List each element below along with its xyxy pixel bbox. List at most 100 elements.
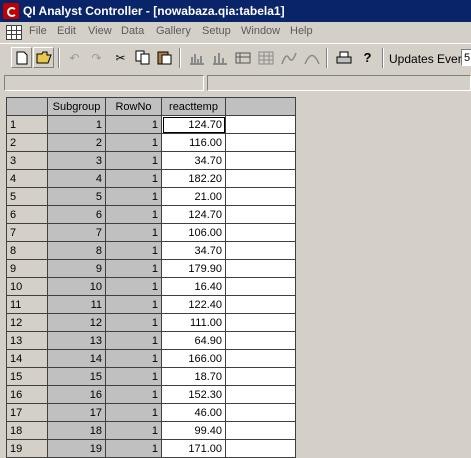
column-header-reacttemp[interactable]: reacttemp xyxy=(161,97,226,116)
row-header[interactable]: 13 xyxy=(6,331,48,350)
row-header[interactable]: 7 xyxy=(6,223,48,242)
menu-window[interactable]: Window xyxy=(241,25,280,37)
subgroup-cell[interactable]: 19 xyxy=(47,439,106,458)
subgroup-cell[interactable]: 16 xyxy=(47,385,106,404)
empty-cell[interactable] xyxy=(225,403,296,422)
grid-corner[interactable] xyxy=(6,97,48,116)
reacttemp-cell[interactable]: 34.70 xyxy=(161,241,226,260)
reacttemp-cell[interactable]: 111.00 xyxy=(161,313,226,332)
chart-button-3[interactable] xyxy=(232,47,253,68)
app-icon[interactable] xyxy=(3,3,19,19)
reacttemp-cell[interactable]: 106.00 xyxy=(161,223,226,242)
subgroup-cell[interactable]: 3 xyxy=(47,151,106,170)
rowno-cell[interactable]: 1 xyxy=(105,133,162,152)
column-header-empty[interactable] xyxy=(225,97,296,116)
undo-button[interactable]: ↶ xyxy=(64,47,85,68)
empty-cell[interactable] xyxy=(225,439,296,458)
reacttemp-cell[interactable]: 46.00 xyxy=(161,403,226,422)
rowno-cell[interactable]: 1 xyxy=(105,205,162,224)
reacttemp-cell[interactable]: 21.00 xyxy=(161,187,226,206)
menu-edit[interactable]: Edit xyxy=(57,25,76,37)
row-header[interactable]: 16 xyxy=(6,385,48,404)
row-header[interactable]: 10 xyxy=(6,277,48,296)
subgroup-cell[interactable]: 18 xyxy=(47,421,106,440)
reacttemp-cell[interactable]: 16.40 xyxy=(161,277,226,296)
subgroup-cell[interactable]: 1 xyxy=(47,115,106,134)
column-header-subgroup[interactable]: Subgroup xyxy=(47,97,106,116)
chart-button-4[interactable] xyxy=(255,47,276,68)
empty-cell[interactable] xyxy=(225,223,296,242)
cut-button[interactable]: ✂ xyxy=(110,47,131,68)
reacttemp-cell[interactable]: 99.40 xyxy=(161,421,226,440)
rowno-cell[interactable]: 1 xyxy=(105,331,162,350)
chart-button-1[interactable] xyxy=(186,47,207,68)
paste-button[interactable] xyxy=(154,47,175,68)
empty-cell[interactable] xyxy=(225,277,296,296)
empty-cell[interactable] xyxy=(225,295,296,314)
empty-cell[interactable] xyxy=(225,133,296,152)
menu-gallery[interactable]: Gallery xyxy=(156,25,191,37)
subgroup-cell[interactable]: 12 xyxy=(47,313,106,332)
reacttemp-cell[interactable]: 124.70 xyxy=(161,115,226,134)
reacttemp-cell[interactable]: 124.70 xyxy=(161,205,226,224)
reacttemp-cell[interactable]: 152.30 xyxy=(161,385,226,404)
row-header[interactable]: 18 xyxy=(6,421,48,440)
rowno-cell[interactable]: 1 xyxy=(105,169,162,188)
row-header[interactable]: 1 xyxy=(6,115,48,134)
chart-button-5[interactable] xyxy=(278,47,299,68)
menu-file[interactable]: File xyxy=(29,25,47,37)
empty-cell[interactable] xyxy=(225,331,296,350)
row-header[interactable]: 11 xyxy=(6,295,48,314)
chart-button-6[interactable] xyxy=(301,47,322,68)
empty-cell[interactable] xyxy=(225,367,296,386)
rowno-cell[interactable]: 1 xyxy=(105,295,162,314)
row-header[interactable]: 4 xyxy=(6,169,48,188)
menu-view[interactable]: View xyxy=(88,25,112,37)
subgroup-cell[interactable]: 2 xyxy=(47,133,106,152)
rowno-cell[interactable]: 1 xyxy=(105,259,162,278)
rowno-cell[interactable]: 1 xyxy=(105,385,162,404)
row-header[interactable]: 6 xyxy=(6,205,48,224)
row-header[interactable]: 9 xyxy=(6,259,48,278)
subgroup-cell[interactable]: 10 xyxy=(47,277,106,296)
rowno-cell[interactable]: 1 xyxy=(105,313,162,332)
reacttemp-cell[interactable]: 122.40 xyxy=(161,295,226,314)
menu-data[interactable]: Data xyxy=(121,25,144,37)
empty-cell[interactable] xyxy=(225,241,296,260)
rowno-cell[interactable]: 1 xyxy=(105,277,162,296)
empty-cell[interactable] xyxy=(225,313,296,332)
reacttemp-cell[interactable]: 182.20 xyxy=(161,169,226,188)
empty-cell[interactable] xyxy=(225,259,296,278)
rowno-cell[interactable]: 1 xyxy=(105,187,162,206)
redo-button[interactable]: ↷ xyxy=(86,47,107,68)
empty-cell[interactable] xyxy=(225,421,296,440)
reacttemp-cell[interactable]: 64.90 xyxy=(161,331,226,350)
row-header[interactable]: 3 xyxy=(6,151,48,170)
subgroup-cell[interactable]: 4 xyxy=(47,169,106,188)
empty-cell[interactable] xyxy=(225,349,296,368)
subgroup-cell[interactable]: 17 xyxy=(47,403,106,422)
column-header-rowno[interactable]: RowNo xyxy=(105,97,162,116)
row-header[interactable]: 12 xyxy=(6,313,48,332)
row-header[interactable]: 2 xyxy=(6,133,48,152)
rowno-cell[interactable]: 1 xyxy=(105,151,162,170)
cell-content-field[interactable] xyxy=(207,75,471,91)
row-header[interactable]: 19 xyxy=(6,439,48,458)
subgroup-cell[interactable]: 6 xyxy=(47,205,106,224)
document-grid-icon[interactable] xyxy=(6,25,22,40)
subgroup-cell[interactable]: 14 xyxy=(47,349,106,368)
rowno-cell[interactable]: 1 xyxy=(105,367,162,386)
subgroup-cell[interactable]: 9 xyxy=(47,259,106,278)
row-header[interactable]: 14 xyxy=(6,349,48,368)
subgroup-cell[interactable]: 7 xyxy=(47,223,106,242)
empty-cell[interactable] xyxy=(225,151,296,170)
updates-every-field[interactable]: 5 xyxy=(461,49,471,66)
empty-cell[interactable] xyxy=(225,169,296,188)
rowno-cell[interactable]: 1 xyxy=(105,115,162,134)
rowno-cell[interactable]: 1 xyxy=(105,421,162,440)
subgroup-cell[interactable]: 15 xyxy=(47,367,106,386)
rowno-cell[interactable]: 1 xyxy=(105,241,162,260)
empty-cell[interactable] xyxy=(225,115,296,134)
rowno-cell[interactable]: 1 xyxy=(105,349,162,368)
reacttemp-cell[interactable]: 116.00 xyxy=(161,133,226,152)
